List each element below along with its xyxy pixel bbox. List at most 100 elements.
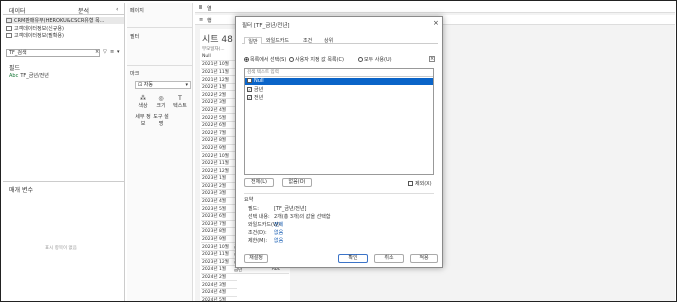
size-icon: ◎ <box>158 95 164 102</box>
row-header-cell[interactable]: 2022년 4월 <box>201 106 237 115</box>
tab-condition[interactable]: 조건 <box>303 37 312 44</box>
summary-title: 요약 <box>244 197 254 203</box>
row-header-cell[interactable]: 2023년 2월 <box>201 182 237 191</box>
table-row: 2021년 12월 <box>201 75 237 84</box>
apply-button[interactable]: 적용 <box>410 254 438 263</box>
checkbox-unchecked-icon <box>408 181 413 186</box>
row-header-cell[interactable]: 2022년 5월 <box>201 113 237 122</box>
divider <box>127 65 193 66</box>
string-type-icon: Abc <box>9 73 19 79</box>
row-header-cell[interactable]: 2022년 2월 <box>201 90 237 100</box>
close-icon[interactable]: × <box>433 19 439 27</box>
table-row: 2024년 4월 <box>201 288 237 297</box>
dialog-title: 필터 [TF_금년/전년] <box>242 23 290 29</box>
row-header-cell[interactable]: 2022년 10월 <box>201 151 237 160</box>
field-search-input[interactable]: TF_검색 <box>6 49 100 57</box>
value-list: Null ✓금년 ✓전년 <box>244 68 434 175</box>
row-header-cell[interactable]: 2023년 3월 <box>201 189 237 198</box>
row-header-cell[interactable]: 2022년 3월 <box>201 98 237 107</box>
columns-shelf[interactable]: Ⅲ 열 <box>195 3 675 13</box>
tab-general[interactable]: 일반 <box>244 37 262 45</box>
select-none-button[interactable]: 없음(O) <box>282 178 312 187</box>
value-item-last-year[interactable]: ✓ 전년 <box>245 94 433 101</box>
row-header-cell[interactable]: 2023년 11월 <box>201 250 237 259</box>
mark-type-select[interactable]: ⊡ 자동 ▾ <box>135 81 191 89</box>
table-row: 2023년 11월 <box>201 250 237 259</box>
exclude-checkbox[interactable]: 제외(X) <box>408 180 432 187</box>
minimize-icon[interactable]: ‹ <box>116 6 118 13</box>
radio-select-from-list[interactable]: 목록에서 선택(S) <box>244 56 286 63</box>
color-icon: ⁂ <box>140 95 146 102</box>
cancel-button[interactable]: 취소 <box>374 254 404 263</box>
limit-link[interactable]: 없음 <box>274 238 283 244</box>
summary-row-selection: 선택 내용: 2개(총 3개)의 값을 선택함 <box>248 214 331 220</box>
row-header-cell[interactable]: 2021년 11월 <box>201 68 237 77</box>
tab-top[interactable]: 상위 <box>324 37 333 44</box>
filter-icon[interactable]: ▽ <box>103 49 107 55</box>
table-row: 2021년 11월 <box>201 68 237 77</box>
row-header-cell[interactable]: 2023년 12월 <box>201 258 237 267</box>
source-item-2[interactable]: 고객데이터정보(신규용) <box>6 25 124 32</box>
section-parameters: 매개 변수 <box>9 187 33 194</box>
row-header-cell[interactable]: 2022년 8월 <box>201 136 237 145</box>
row-header-cell[interactable]: 2024년 5월 <box>201 296 237 301</box>
size-button[interactable]: ◎ 크기 <box>153 95 169 111</box>
sheet-title: 시트 48 <box>202 35 233 45</box>
value-search-input[interactable] <box>245 69 433 77</box>
table-row: 2023년 5월 <box>201 204 237 213</box>
text-button[interactable]: T 텍스트 <box>171 95 189 111</box>
row-header-cell[interactable]: 2024년 3월 <box>201 280 237 289</box>
select-all-button[interactable]: 전체(L) <box>244 178 274 187</box>
detail-button[interactable]: 세부 정보 <box>135 113 151 131</box>
sort-icon[interactable]: ≡ <box>110 49 114 55</box>
clear-icon[interactable]: × <box>95 49 99 55</box>
dropdown-icon[interactable]: ▾ <box>117 49 120 55</box>
table-row: 2022년 1월 <box>201 83 237 92</box>
divider <box>127 27 193 28</box>
cards-column: 페이지 필터 마크 ⊡ 자동 ▾ ⁂ 색상 ◎ 크기 T 텍스트 세부 정보 도구 설… <box>127 3 193 301</box>
condition-link[interactable]: 없음 <box>274 230 283 236</box>
row-header-cell[interactable]: 2023년 7월 <box>201 220 237 229</box>
row-header-cell[interactable]: 2022년 7월 <box>201 128 237 138</box>
row-header-cell[interactable]: 2023년 10월 <box>201 242 237 251</box>
field-item[interactable]: Abc TF_금년/전년 <box>9 72 49 79</box>
row-header-cell[interactable]: Null <box>201 53 237 62</box>
radio-use-all[interactable]: 모두 사용(U) <box>358 56 392 63</box>
row-header-cell[interactable]: 2023년 8월 <box>201 227 237 236</box>
row-header-cell[interactable]: 2021년 12월 <box>201 75 237 84</box>
row-header-cell[interactable]: 2024년 4월 <box>201 288 237 297</box>
row-header-cell[interactable]: 2022년 6월 <box>201 121 237 130</box>
filters-card-title: 필터 <box>130 34 140 40</box>
value-item-this-year[interactable]: ✓ 금년 <box>245 86 433 93</box>
row-header-cell[interactable]: 2022년 12월 <box>201 166 237 175</box>
tooltip-button[interactable]: 도구 설명 <box>153 113 169 131</box>
tab-wildcard[interactable]: 와일드카드 <box>266 37 289 44</box>
row-header-cell[interactable]: 2022년 9월 <box>201 144 237 153</box>
radio-custom-list[interactable]: 사용자 지정 값 목록(C) <box>289 56 344 63</box>
pages-card-title: 페이지 <box>130 8 144 14</box>
table-row: 2024년 5월 <box>201 296 237 301</box>
row-header-cell[interactable]: 2022년 11월 <box>201 159 237 168</box>
row-header-cell[interactable]: 2022년 1월 <box>201 83 237 92</box>
row-header-cell[interactable]: 2023년 5월 <box>201 204 237 213</box>
row-header-cell[interactable]: 2024년 2월 <box>201 273 237 282</box>
data-panel: 데이터 분석 ‹ CRM판매유무(HEROKU&CSCR유형 목... 고객데이… <box>3 3 125 301</box>
value-item-null[interactable]: Null <box>245 78 433 85</box>
row-header-cell[interactable]: 2024년 1월 <box>201 265 237 274</box>
reset-button[interactable]: 재설정 <box>244 254 268 263</box>
ok-button[interactable]: 확인 <box>338 254 368 263</box>
table-row: 2023년 10월 <box>201 242 237 251</box>
source-item-3[interactable]: 고객데이터정보(필확용) <box>6 32 124 39</box>
source-item-1[interactable]: CRM판매유무(HEROKU&CSCR유형 목... <box>6 17 124 24</box>
wildcard-link[interactable]: 전체 <box>274 222 283 228</box>
table-row: 2023년 8월 <box>201 227 237 236</box>
row-header-cell[interactable]: 2021년 10월 <box>201 60 237 69</box>
row-header-cell[interactable]: 2023년 1월 <box>201 174 237 183</box>
color-button[interactable]: ⁂ 색상 <box>135 95 151 111</box>
tab-strip: 일반 와일드카드 조건 상위 <box>242 36 438 45</box>
table-row: 2023년 12월 <box>201 258 237 267</box>
row-header-cell[interactable]: 2023년 6월 <box>201 212 237 221</box>
clear-list-icon[interactable]: × <box>429 56 435 62</box>
row-header-cell[interactable]: 2023년 4월 <box>201 197 237 206</box>
row-header-cell[interactable]: 2023년 9월 <box>201 235 237 244</box>
